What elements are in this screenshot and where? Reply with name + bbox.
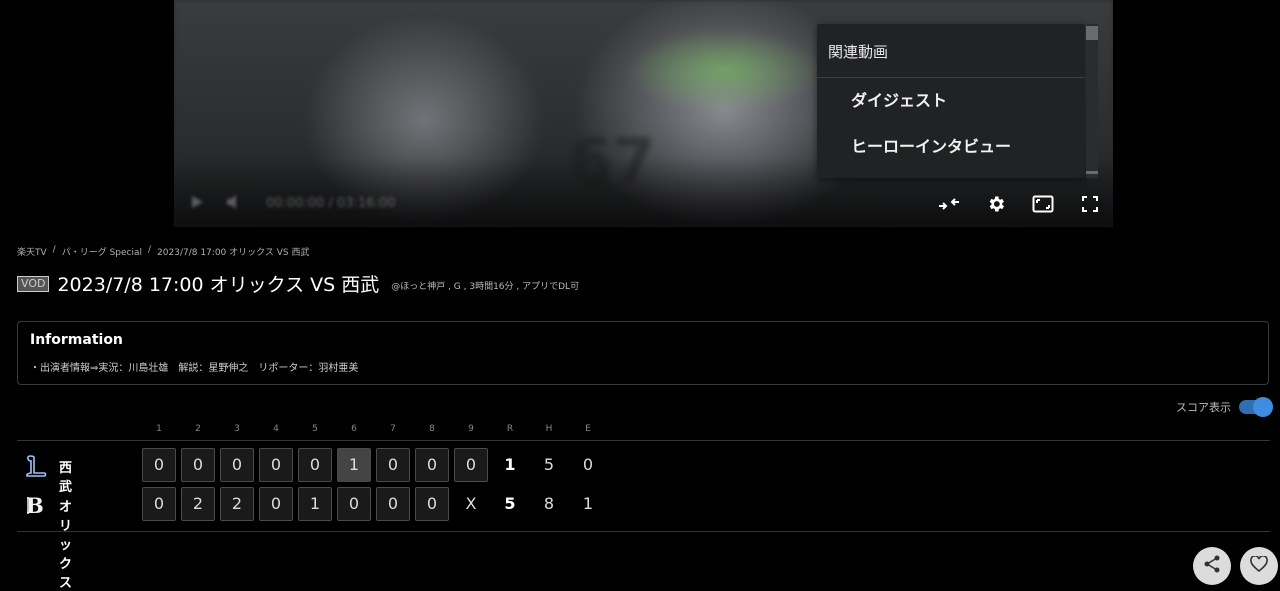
team-name: オリックス <box>59 500 73 591</box>
hits: 5 <box>543 455 555 474</box>
runs: 5 <box>504 494 516 513</box>
information-content: ・出演者情報⇒実況：川島壮雄 解説：星野伸之 リポーター：羽村亜美 <box>30 363 359 374</box>
team-name: 西武 <box>59 461 73 495</box>
col-6: 6 <box>351 424 357 434</box>
col-e: E <box>585 424 591 434</box>
inning-cell: 2 <box>181 487 215 521</box>
volume-icon[interactable] <box>226 194 244 213</box>
seibu-logo-icon <box>24 455 48 477</box>
related-videos-menu: 関連動画 ダイジェスト ヒーローインタビュー <box>817 24 1085 178</box>
col-3: 3 <box>234 424 240 434</box>
score-toggle-label: スコア表示 <box>1176 401 1231 414</box>
errors: 0 <box>582 455 594 474</box>
title-row: VOD 2023/7/8 17:00 オリックス VS 西武 @ほっと神戸 , … <box>17 270 579 297</box>
score-display-toggle: スコア表示 <box>1176 397 1273 417</box>
inning-cell: 0 <box>454 448 488 482</box>
inning-cell: 0 <box>142 487 176 521</box>
scrollbar-end <box>1086 171 1098 174</box>
inning-cell: 0 <box>376 448 410 482</box>
breadcrumb-rakuten-tv[interactable]: 楽天TV <box>17 245 47 258</box>
inning-cell: 0 <box>376 487 410 521</box>
inning-cell: 0 <box>337 487 371 521</box>
col-2: 2 <box>195 424 201 434</box>
toggle-knob <box>1253 397 1273 417</box>
information-heading: Information <box>30 332 123 348</box>
col-8: 8 <box>429 424 435 434</box>
favorite-button[interactable] <box>1240 547 1278 585</box>
inning-cell: X <box>465 494 477 513</box>
col-r: R <box>506 424 514 434</box>
errors: 1 <box>582 494 594 513</box>
scrollbar-thumb[interactable] <box>1086 26 1098 40</box>
breadcrumb-pacific-league[interactable]: パ・リーグ Special <box>62 245 142 258</box>
breadcrumb-separator: / <box>52 245 56 255</box>
inning-cell: 0 <box>415 448 449 482</box>
breadcrumb: 楽天TV / パ・リーグ Special / 2023/7/8 17:00 オリ… <box>17 245 309 258</box>
page-title: 2023/7/8 17:00 オリックス VS 西武 <box>57 274 380 296</box>
inning-cell: 2 <box>220 487 254 521</box>
inning-cell: 1 <box>337 448 371 482</box>
runs: 1 <box>504 455 516 474</box>
player-controls-right <box>937 192 1101 215</box>
inning-cell: 0 <box>259 448 293 482</box>
col-4: 4 <box>273 424 279 434</box>
related-menu-scrollbar[interactable] <box>1086 24 1098 178</box>
hits: 8 <box>543 494 555 513</box>
col-9: 9 <box>468 424 474 434</box>
title-meta: @ほっと神戸 , G , 3時間16分 , アプリでDL可 <box>391 282 580 292</box>
col-7: 7 <box>390 424 396 434</box>
share-icon <box>1203 555 1221 577</box>
inning-cell: 0 <box>415 487 449 521</box>
orix-logo-icon: B <box>24 493 48 518</box>
related-item-digest[interactable]: ダイジェスト <box>817 78 1085 124</box>
related-videos-header: 関連動画 <box>817 24 1085 78</box>
col-1: 1 <box>156 424 162 434</box>
inning-cell: 0 <box>142 448 176 482</box>
related-item-hero-interview[interactable]: ヒーローインタビュー <box>817 124 1085 170</box>
divider <box>17 531 1270 532</box>
fullscreen-icon[interactable] <box>1078 192 1101 215</box>
time-display: 00:00:00 / 03:16:00 <box>266 196 396 211</box>
collapse-icon[interactable] <box>937 192 960 215</box>
picture-in-picture-icon[interactable] <box>1031 192 1054 215</box>
inning-cell: 0 <box>259 487 293 521</box>
score-toggle-switch[interactable] <box>1239 397 1273 417</box>
inning-cell: 0 <box>220 448 254 482</box>
col-5: 5 <box>312 424 318 434</box>
heart-icon <box>1250 555 1268 576</box>
share-button[interactable] <box>1193 547 1231 585</box>
information-box: Information ・出演者情報⇒実況：川島壮雄 解説：星野伸之 リポーター… <box>17 321 1269 385</box>
inning-cell: 1 <box>298 487 332 521</box>
breadcrumb-current: 2023/7/8 17:00 オリックス VS 西武 <box>157 248 310 258</box>
vod-badge: VOD <box>17 275 50 292</box>
divider <box>17 440 1270 441</box>
inning-cell: 0 <box>181 448 215 482</box>
col-h: H <box>545 424 553 434</box>
breadcrumb-separator: / <box>148 245 152 255</box>
inning-cell: 0 <box>298 448 332 482</box>
play-icon[interactable] <box>190 194 204 213</box>
gear-icon[interactable] <box>984 192 1007 215</box>
player-controls-left: 00:00:00 / 03:16:00 <box>190 194 395 213</box>
